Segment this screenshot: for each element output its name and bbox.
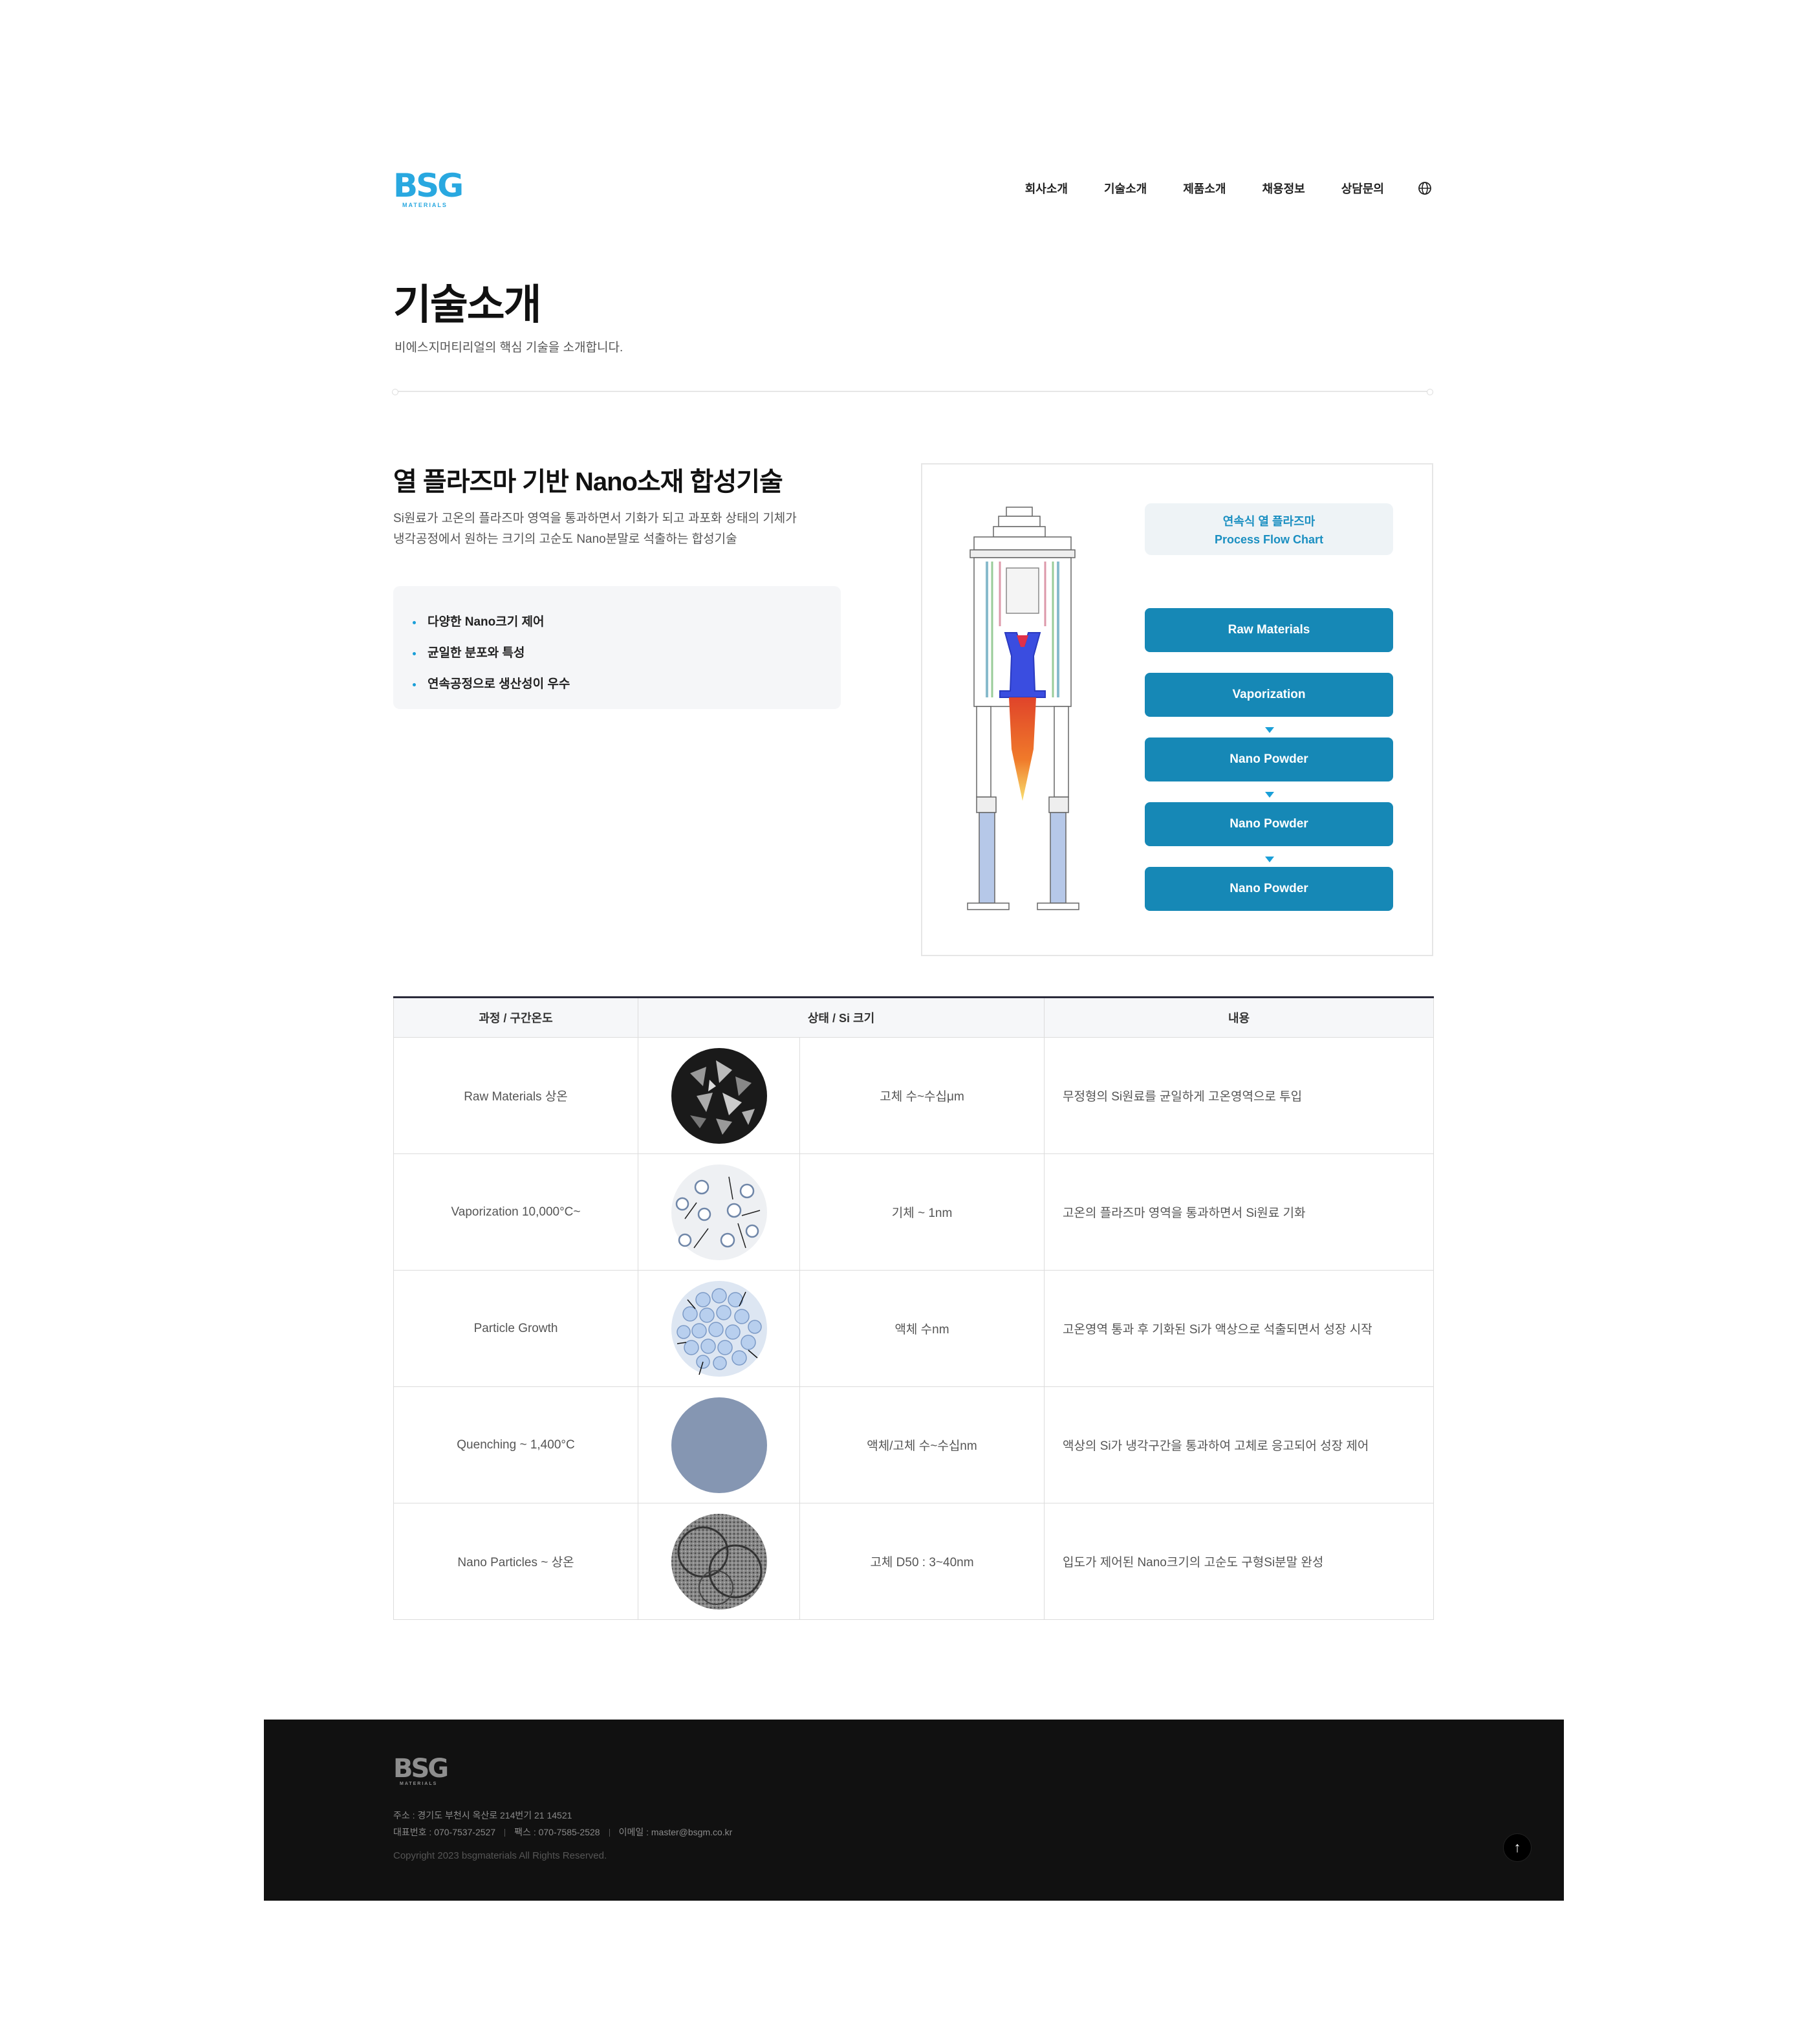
flow-step-vaporization[interactable]: Vaporization: [1145, 673, 1393, 717]
nano-particles-image: [671, 1513, 767, 1610]
feature-list: 다양한 Nano크기 제어 균일한 분포와 특성 연속공정으로 생산성이 우수: [393, 586, 841, 709]
process-cell: Particle Growth: [393, 1270, 638, 1387]
scroll-top-button[interactable]: ↑: [1503, 1833, 1532, 1862]
bullet-icon: [413, 620, 416, 624]
footer-tel: 대표번호 : 070-7537-2527: [393, 1827, 496, 1837]
section-title: 열 플라즈마 기반 Nano소재 합성기술: [393, 468, 783, 496]
plasma-reactor-illustration: [967, 507, 1079, 910]
site-footer: BSG MATERIALS 주소 : 경기도 부천시 옥산로 214번기 21 …: [264, 1720, 1564, 1901]
footer-address: 주소 : 경기도 부천시 옥산로 214번기 21 14521: [393, 1810, 572, 1820]
footer-email: 이메일 : master@bsgm.co.kr: [618, 1827, 733, 1837]
footer-copyright: Copyright 2023 bsgmaterials All Rights R…: [393, 1850, 607, 1861]
content-cell: 무정형의 Si원료를 균일하게 고온영역으로 투입: [1044, 1037, 1435, 1154]
page-subtitle: 비에스지머티리얼의 핵심 기술을 소개합니다.: [395, 341, 623, 355]
flow-heading-line: 연속식 열 플라즈마: [1222, 515, 1316, 528]
state-cell: 액체 수nm: [799, 1270, 1045, 1387]
process-cell: Nano Particles ~ 상온: [393, 1503, 638, 1620]
table-row: Nano Particles ~ 상온 고체 D50: 3~40nm 입도가 …: [393, 1503, 1435, 1620]
main-nav: 회사소개 기술소개 제품소개 채용정보 상담문의: [989, 180, 1432, 197]
flow-chart-heading: 연속식 열 플라즈마 Process Flow Chart: [1145, 503, 1393, 555]
page-title: 기술소개: [393, 281, 542, 328]
feature-label: 균일한 분포와 특성: [428, 646, 525, 660]
logo-subtext: MATERIALS: [402, 202, 448, 208]
state-image-cell: [638, 1386, 800, 1503]
content-cell: 액상의 Si가 냉각구간을 통과하여 고체로 응고되어 성장 제어: [1044, 1386, 1435, 1503]
brand-logo[interactable]: BSG MATERIALS: [393, 167, 464, 208]
footer-fax: 팩스 : 070-7585-2528: [514, 1827, 600, 1837]
state-cell: 고체 D50 : 3~40nm: [799, 1503, 1045, 1620]
column-header: 과정 / 구간온도: [393, 996, 638, 1038]
footer-contact-line: 대표번호 : 070-7537-2527 팩스 : 070-7585-2528 이메…: [393, 1826, 732, 1839]
table-header-row: 과정 / 구간온도 상태 / Si 크기 내용: [393, 996, 1435, 1038]
divider: [609, 1829, 610, 1837]
content-cell: 입도가 제어된 Nano크기의 고순도 구형Si분말 완성: [1044, 1503, 1435, 1620]
globe-icon[interactable]: [1418, 181, 1432, 195]
section-description: Si원료가 고온의 플라즈마 영역을 통과하면서 기화가 되고 과포화 상태의 …: [393, 508, 859, 550]
section-description-line: 냉각공정에서 원하는 크기의 고순도 Nano분말로 석출하는 합성기술: [393, 532, 737, 546]
quenching-image: [671, 1397, 767, 1493]
process-cell: Vaporization 10,000°C~: [393, 1153, 638, 1271]
raw-particles-image: [671, 1047, 767, 1144]
down-arrow-icon: [1265, 792, 1274, 798]
table-row: Vaporization 10,000°C~ 기체 ~ 1nm 고온의 플라즈마…: [393, 1153, 1435, 1271]
down-arrow-icon: [1265, 727, 1274, 733]
process-cell: Raw Materials 상온: [393, 1037, 638, 1154]
column-header: 상태 / Si 크기: [637, 996, 1045, 1038]
flow-step-nano-powder[interactable]: Nano Powder: [1145, 802, 1393, 846]
logo-text: BSG: [393, 167, 464, 204]
flow-heading-line: Process Flow Chart: [1214, 533, 1324, 546]
feature-item: 연속공정으로 생산성이 우수: [413, 669, 821, 700]
table-row: Quenching ~ 1,400°C 액체/고체 수~수십nm 액상의 Si가…: [393, 1386, 1435, 1503]
vapor-atoms-image: [671, 1164, 767, 1260]
process-cell: Quenching ~ 1,400°C: [393, 1386, 638, 1503]
process-table: 과정 / 구간온도 상태 / Si 크기 내용 Raw Materials 상온: [393, 996, 1435, 1620]
nav-item-careers[interactable]: 채용정보: [1262, 180, 1305, 197]
bullet-icon: [413, 683, 416, 686]
bullet-icon: [413, 651, 416, 655]
footer-logo-text: BSG: [393, 1754, 449, 1784]
down-arrow-icon: [1265, 857, 1274, 862]
flow-step-nano-powder[interactable]: Nano Powder: [1145, 737, 1393, 781]
flow-step-raw-materials[interactable]: Raw Materials: [1145, 608, 1393, 652]
nav-item-contact[interactable]: 상담문의: [1341, 180, 1384, 197]
state-image-cell: [638, 1270, 800, 1387]
feature-item: 균일한 분포와 특성: [413, 638, 821, 669]
flow-step-nano-powder[interactable]: Nano Powder: [1145, 867, 1393, 911]
state-image-cell: [638, 1153, 800, 1271]
state-cell: 고체 수~수십μm: [799, 1037, 1045, 1154]
title-divider: [392, 389, 1433, 395]
footer-logo: BSG MATERIALS: [393, 1754, 449, 1786]
feature-label: 연속공정으로 생산성이 우수: [428, 677, 570, 691]
nav-item-technology[interactable]: 기술소개: [1104, 180, 1147, 197]
state-cell: 액체/고체 수~수십nm: [799, 1386, 1045, 1503]
feature-label: 다양한 Nano크기 제어: [428, 615, 545, 629]
state-image-cell: [638, 1037, 800, 1154]
nav-item-company[interactable]: 회사소개: [1025, 180, 1068, 197]
particle-growth-image: [671, 1280, 767, 1377]
table-row: Raw Materials 상온 고체 수~수십μm 무정형의 Si원료를 균일…: [393, 1037, 1435, 1154]
content-cell: 고온의 플라즈마 영역을 통과하면서 Si원료 기화: [1044, 1153, 1435, 1271]
divider: [504, 1829, 506, 1837]
column-header: 내용: [1044, 996, 1435, 1038]
content-cell: 고온영역 통과 후 기화된 Si가 액상으로 석출되면서 성장 시작: [1044, 1270, 1435, 1387]
feature-item: 다양한 Nano크기 제어: [413, 607, 821, 638]
table-row: Particle Growth 액체 수nm 고온영역 통과 후 기화된 Si가…: [393, 1270, 1435, 1387]
state-cell: 기체 ~ 1nm: [799, 1153, 1045, 1271]
nav-item-products[interactable]: 제품소개: [1183, 180, 1226, 197]
process-diagram-card: 연속식 열 플라즈마 Process Flow Chart Raw Materi…: [921, 463, 1433, 956]
state-image-cell: [638, 1503, 800, 1620]
section-description-line: Si원료가 고온의 플라즈마 영역을 통과하면서 기화가 되고 과포화 상태의 …: [393, 512, 797, 525]
